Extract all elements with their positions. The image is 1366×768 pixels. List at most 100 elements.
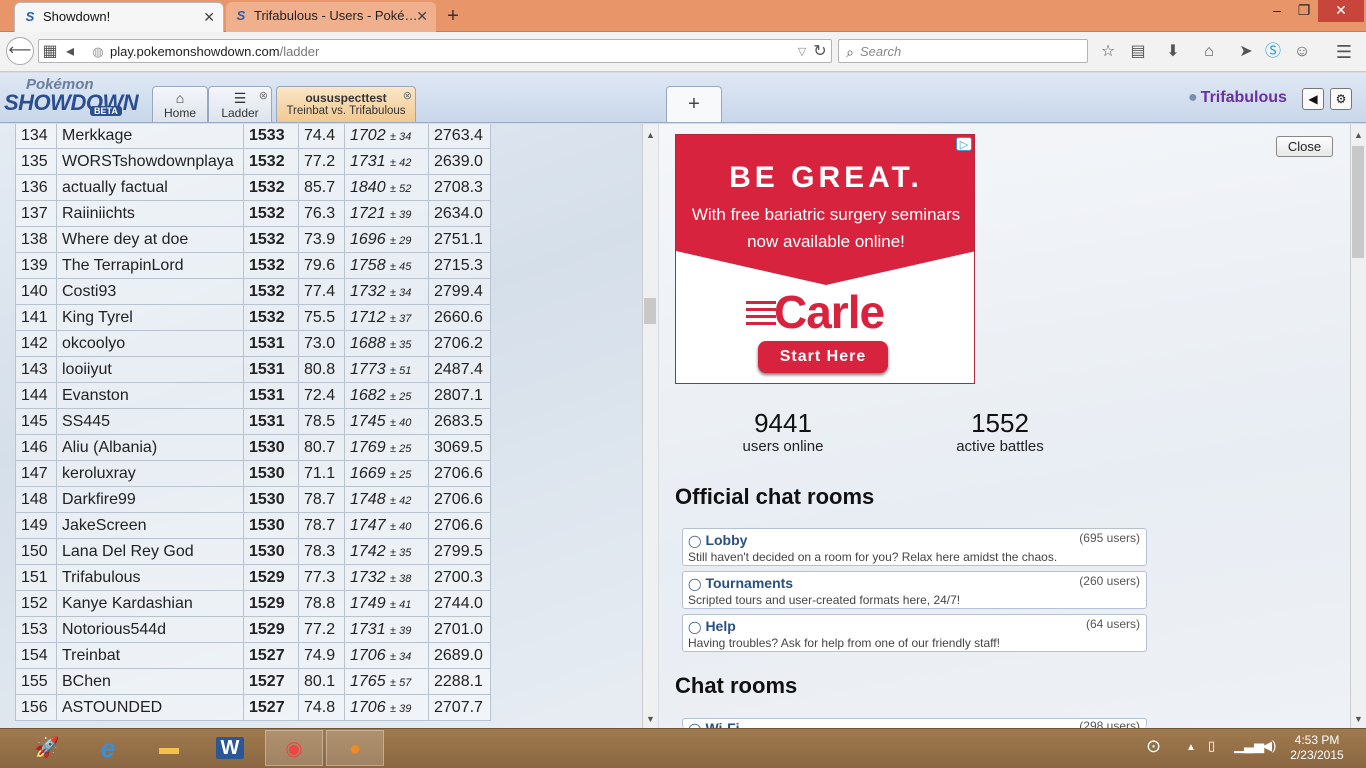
- ladder-username[interactable]: Costi93: [56, 278, 244, 305]
- ladder-username[interactable]: BChen: [56, 668, 244, 695]
- skype-icon[interactable]: Ⓢ: [1263, 42, 1283, 62]
- firefox-icon[interactable]: ●: [326, 730, 384, 766]
- browser-tab-showdown[interactable]: S Showdown! ✕: [14, 2, 224, 32]
- ladder-username[interactable]: Notorious544d: [56, 616, 244, 643]
- new-tab-button[interactable]: +: [440, 3, 466, 29]
- scroll-down-icon[interactable]: ▼: [1354, 714, 1363, 724]
- glicko-rating: 1696: [350, 230, 386, 248]
- tray-expand-icon[interactable]: ▲: [1186, 742, 1196, 753]
- url-host: play.pokemonshowdown.com: [110, 44, 280, 59]
- bookmark-star-icon[interactable]: ☆: [1098, 42, 1118, 62]
- ladder-username[interactable]: Kanye Kardashian: [56, 590, 244, 617]
- back-button[interactable]: ⟵: [6, 37, 34, 65]
- chrome-icon[interactable]: ◉: [265, 730, 323, 766]
- ladder-elo: 1530: [243, 460, 299, 487]
- ladder-username[interactable]: Where dey at doe: [56, 226, 244, 253]
- username-button[interactable]: ● Trifabulous: [1188, 89, 1287, 107]
- ladder-username[interactable]: SS445: [56, 408, 244, 435]
- ladder-username[interactable]: Lana Del Rey God: [56, 538, 244, 565]
- signal-icon[interactable]: ▁▃▅: [1234, 738, 1264, 754]
- ladder-username[interactable]: JakeScreen: [56, 512, 244, 539]
- glicko-deviation: ± 39: [390, 624, 412, 637]
- room-lobby[interactable]: ◯ Lobby (695 users) Still haven't decided…: [682, 528, 1147, 566]
- ladder-gxe: 74.8: [298, 694, 345, 721]
- ladder-username[interactable]: Darkfire99: [56, 486, 244, 513]
- room-help[interactable]: ◯ Help (64 users) Having troubles? Ask fo…: [682, 614, 1147, 652]
- ladder-gxe: 72.4: [298, 382, 345, 409]
- room-wifi[interactable]: ◯Wi-Fi (298 users): [682, 718, 1147, 728]
- browser-tab-users[interactable]: S Trifabulous - Users - Poké… ✕: [226, 2, 436, 32]
- ladder-username[interactable]: actually factual: [56, 174, 244, 201]
- word-icon[interactable]: W: [201, 730, 259, 766]
- room-user-count: (64 users): [1085, 617, 1140, 631]
- ladder-scroll-thumb[interactable]: [644, 298, 656, 324]
- ladder-username[interactable]: Merkkage: [56, 124, 244, 149]
- advertisement[interactable]: ▷ BE GREAT. With free bariatric surgery …: [675, 134, 975, 384]
- chat-icon[interactable]: ☺: [1292, 42, 1312, 62]
- ladder-username[interactable]: Raiiniichts: [56, 200, 244, 227]
- active-battles-count: 1552: [971, 408, 1029, 438]
- scroll-up-icon[interactable]: ▲: [1354, 130, 1363, 140]
- ladder-username[interactable]: okcoolyo: [56, 330, 244, 357]
- close-tab-icon[interactable]: ✕: [416, 2, 428, 30]
- tab-ladder[interactable]: ☰ Ladder ⊗: [208, 86, 272, 122]
- rocket-icon[interactable]: 🚀: [18, 730, 76, 766]
- glicko-deviation: ± 29: [390, 234, 412, 247]
- ladder-gxe: 75.5: [298, 304, 345, 331]
- tab-home[interactable]: ⌂ Home: [152, 86, 208, 122]
- ladder-glicko: 1721 ± 39: [344, 200, 429, 227]
- ladder-username[interactable]: King Tyrel: [56, 304, 244, 331]
- ladder-username[interactable]: Treinbat: [56, 642, 244, 669]
- ad-cta-button[interactable]: Start Here: [758, 341, 888, 373]
- ladder-elo: 1532: [243, 174, 299, 201]
- settings-button[interactable]: ⚙: [1330, 88, 1352, 110]
- window-close-button[interactable]: ✕: [1318, 0, 1364, 22]
- ladder-coil: 3069.5: [428, 434, 491, 461]
- sound-button[interactable]: ◀: [1302, 88, 1324, 110]
- close-tab-icon[interactable]: ✕: [203, 3, 215, 31]
- close-tab-icon[interactable]: ⊗: [259, 89, 268, 102]
- ladder-username[interactable]: Evanston: [56, 382, 244, 409]
- ladder-username[interactable]: WORSTshowdownplaya: [56, 148, 244, 175]
- internet-explorer-icon[interactable]: e: [79, 730, 137, 766]
- close-button[interactable]: Close: [1276, 136, 1333, 157]
- ladder-username[interactable]: ASTOUNDED: [56, 694, 244, 721]
- ladder-username[interactable]: looiiyut: [56, 356, 244, 383]
- ladder-scrollbar[interactable]: [642, 124, 658, 728]
- reading-list-icon[interactable]: ▤: [1128, 42, 1148, 62]
- new-room-button[interactable]: +: [666, 86, 722, 122]
- network-drive-icon[interactable]: ⊙: [1146, 736, 1161, 757]
- download-icon[interactable]: ⬇: [1163, 42, 1183, 62]
- ladder-elo: 1530: [243, 512, 299, 539]
- glicko-deviation: ± 35: [390, 546, 412, 559]
- send-icon[interactable]: ➤: [1236, 42, 1256, 62]
- ladder-coil: 2639.0: [428, 148, 491, 175]
- scroll-up-icon[interactable]: ▲: [646, 130, 655, 140]
- ladder-username[interactable]: Aliu (Albania): [56, 434, 244, 461]
- main-scroll-thumb[interactable]: [1352, 146, 1364, 258]
- volume-icon[interactable]: ◀): [1262, 738, 1276, 754]
- ladder-username[interactable]: keroluxray: [56, 460, 244, 487]
- glicko-deviation: ± 40: [390, 416, 412, 429]
- adchoices-icon[interactable]: ▷: [956, 137, 972, 151]
- clock[interactable]: 4:53 PM 2/23/2015: [1284, 733, 1350, 763]
- dropdown-icon[interactable]: ▽: [792, 42, 812, 62]
- room-tournaments[interactable]: ◯ Tournaments (260 users) Scripted tours …: [682, 571, 1147, 609]
- home-icon[interactable]: ⌂: [1199, 42, 1219, 62]
- tab-battle[interactable]: oususpecttest Treinbat vs. Trifabulous ⊗: [276, 86, 416, 122]
- maximize-button[interactable]: ❐: [1291, 0, 1317, 22]
- ladder-username[interactable]: The TerrapinLord: [56, 252, 244, 279]
- ladder-rank: 135: [15, 148, 57, 175]
- ad-body-line: now available online!: [747, 232, 905, 251]
- ladder-coil: 2701.0: [428, 616, 491, 643]
- close-tab-icon[interactable]: ⊗: [403, 89, 412, 102]
- reload-icon[interactable]: ↻: [810, 42, 830, 62]
- ladder-glicko: 1682 ± 25: [344, 382, 429, 409]
- ladder-rank: 137: [15, 200, 57, 227]
- ladder-username[interactable]: Trifabulous: [56, 564, 244, 591]
- scroll-down-icon[interactable]: ▼: [646, 714, 655, 724]
- minimize-button[interactable]: ‒: [1264, 0, 1290, 22]
- battery-icon[interactable]: ▯: [1208, 738, 1215, 754]
- menu-icon[interactable]: ☰: [1334, 42, 1354, 62]
- file-explorer-icon[interactable]: ▬: [140, 730, 198, 766]
